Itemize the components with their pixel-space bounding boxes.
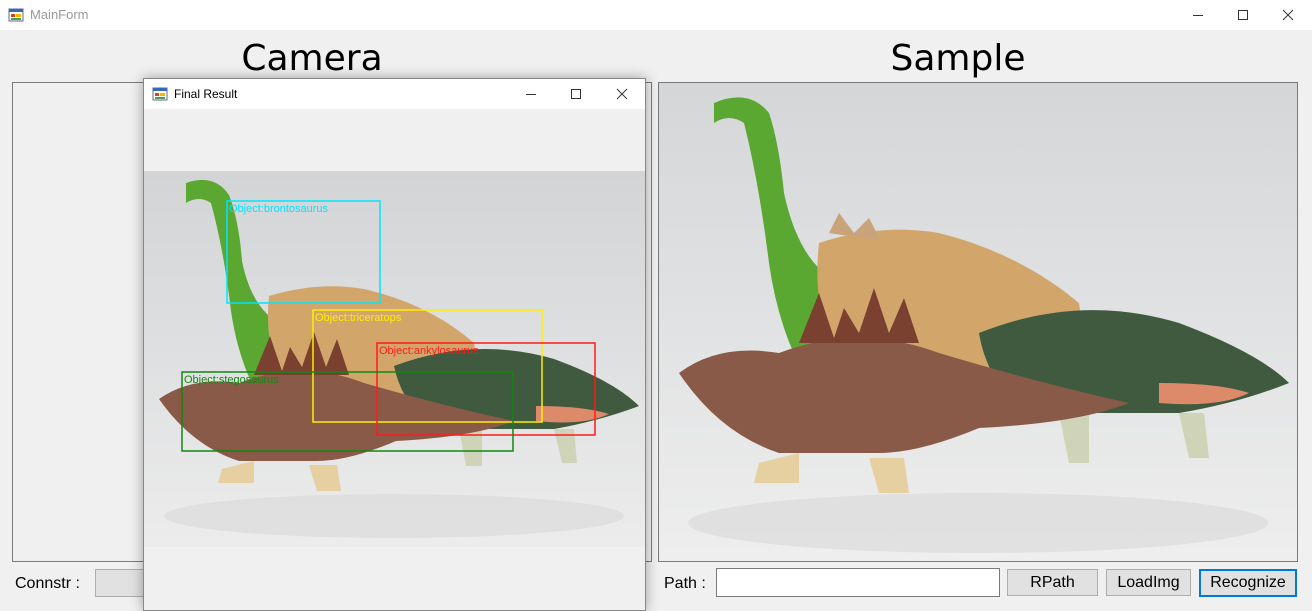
maximize-icon	[1238, 10, 1248, 20]
close-icon	[616, 88, 628, 100]
loadimg-button[interactable]: LoadImg	[1106, 569, 1191, 596]
result-image: Object:brontosaurus Object:triceratops Obj…	[144, 171, 645, 547]
dialog-close-button[interactable]	[599, 79, 645, 109]
camera-heading: Camera	[241, 38, 383, 79]
rpath-button[interactable]: RPath	[1007, 569, 1098, 596]
path-label: Path :	[664, 575, 706, 592]
window-titlebar[interactable]: MainForm	[0, 0, 1312, 30]
recognize-button[interactable]: Recognize	[1199, 569, 1297, 597]
window-title: MainForm	[30, 7, 89, 22]
maximize-icon	[571, 89, 581, 99]
dialog-minimize-button[interactable]	[508, 79, 554, 109]
final-result-dialog[interactable]: Final Result Object:brontosaurus Object:…	[143, 78, 646, 611]
detection-label-brontosaurus: Object:brontosaurus	[229, 203, 329, 215]
app-icon	[8, 8, 24, 22]
dialog-maximize-button[interactable]	[553, 79, 599, 109]
minimize-icon	[1193, 15, 1203, 16]
dialog-title: Final Result	[174, 87, 238, 101]
maximize-button[interactable]	[1220, 0, 1266, 30]
minimize-icon	[526, 94, 536, 95]
detection-label-stegosaurus: Object:stegosaurus	[184, 374, 279, 386]
minimize-button[interactable]	[1175, 0, 1221, 30]
close-button[interactable]	[1265, 0, 1311, 30]
detection-label-ankylosaurus: Object:ankylosaurus	[379, 345, 479, 357]
close-icon	[1282, 9, 1294, 21]
dialog-app-icon	[152, 87, 168, 101]
detection-label-triceratops: Object:triceratops	[315, 312, 402, 324]
sample-picture-box	[658, 82, 1298, 562]
path-input[interactable]	[716, 568, 1000, 597]
sample-heading: Sample	[890, 38, 1026, 79]
sample-dinosaurs-image	[659, 83, 1297, 561]
result-dinosaurs-image: Object:brontosaurus Object:triceratops Obj…	[144, 171, 645, 547]
dialog-titlebar[interactable]: Final Result	[144, 79, 645, 109]
connstr-label: Connstr :	[15, 575, 80, 592]
